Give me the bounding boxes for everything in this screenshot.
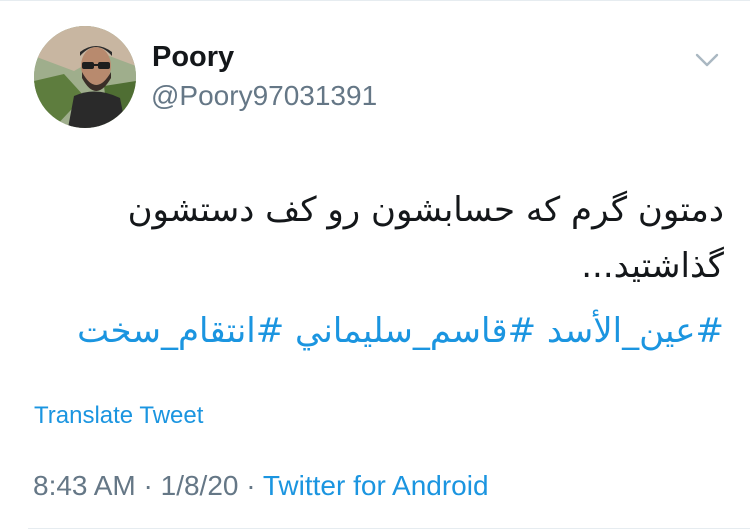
avatar[interactable] bbox=[34, 26, 136, 128]
meta-separator: · bbox=[143, 470, 153, 501]
hashtag-harsh-revenge[interactable]: #انتقام_سخت bbox=[77, 311, 284, 351]
translate-tweet-link[interactable]: Translate Tweet bbox=[34, 401, 203, 431]
hashtag-line: #عين_الأسد #قاسم_سليماني #انتقام_سخت bbox=[36, 303, 724, 359]
display-name[interactable]: Poory bbox=[152, 40, 234, 74]
profile-photo bbox=[34, 26, 136, 128]
hashtag-qasem-soleimani[interactable]: #قاسم_سليماني bbox=[295, 311, 536, 351]
bottom-divider bbox=[28, 528, 750, 529]
tweet-menu-button[interactable] bbox=[690, 46, 724, 74]
tweet-metadata: 8:43 AM · 1/8/20 · Twitter for Android bbox=[33, 469, 489, 503]
tweet-text: دمتون گرم که حسابشون رو کف دستشون گذاشتی… bbox=[127, 190, 724, 286]
chevron-down-icon bbox=[695, 53, 719, 67]
hashtag-ain-al-asad[interactable]: #عين_الأسد bbox=[547, 311, 724, 351]
tweet-date[interactable]: 1/8/20 bbox=[161, 470, 239, 501]
tweet-source-link[interactable]: Twitter for Android bbox=[263, 470, 489, 501]
user-handle[interactable]: @Poory97031391 bbox=[151, 79, 377, 113]
tweet-time[interactable]: 8:43 AM bbox=[33, 470, 136, 501]
top-divider bbox=[0, 0, 750, 1]
meta-separator: · bbox=[246, 470, 256, 501]
